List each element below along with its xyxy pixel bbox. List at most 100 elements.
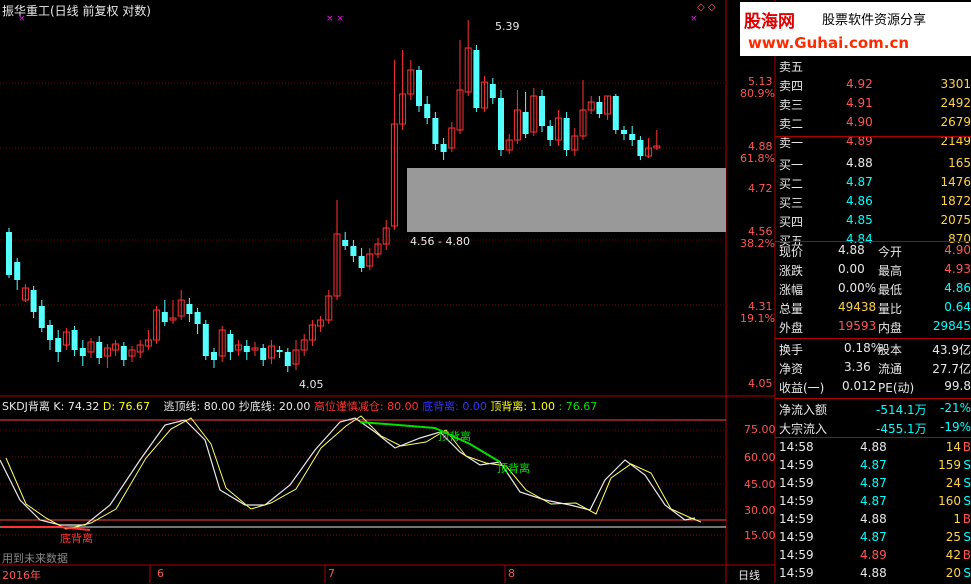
tick-price: 4.87 xyxy=(860,530,887,544)
candle-body-down xyxy=(186,304,193,314)
order-row[interactable]: 卖三 4.91 2492 xyxy=(778,95,971,114)
tick-row[interactable]: 14:59 4.89 42 B xyxy=(778,547,971,566)
order-label: 买二 xyxy=(779,177,804,191)
window-controls-icon[interactable]: ◇ ◇ xyxy=(697,2,716,13)
candle-body-down xyxy=(284,352,291,366)
stat-label: 涨跌 xyxy=(779,264,804,278)
tick-volume: 159 xyxy=(938,458,961,472)
tick-direction: B xyxy=(962,440,971,454)
candle-body-down xyxy=(71,330,78,350)
order-label: 卖三 xyxy=(779,98,804,112)
candle-body-down xyxy=(96,342,103,358)
stat-label: 股本 xyxy=(878,343,903,357)
top-divergence-signal: 顶背离 xyxy=(497,462,530,475)
tick-time: 14:59 xyxy=(779,548,814,562)
tick-row[interactable]: 14:59 4.87 159 S xyxy=(778,457,971,476)
order-label: 买一 xyxy=(779,158,804,172)
tick-time: 14:59 xyxy=(779,512,814,526)
stat-label: PE(动) xyxy=(878,381,915,395)
order-volume: 165 xyxy=(948,156,971,170)
tick-price: 4.87 xyxy=(860,476,887,490)
order-row[interactable]: 买三 4.86 1872 xyxy=(778,193,971,212)
stat-value: 27.7亿 xyxy=(932,362,971,376)
candle-body-down xyxy=(202,324,209,356)
flow-value: -455.1万 xyxy=(876,422,927,436)
candle-body-down xyxy=(38,306,45,328)
stat-label: 净资 xyxy=(779,362,804,376)
order-row[interactable]: 买四 4.85 2075 xyxy=(778,212,971,231)
stat-label: 最低 xyxy=(878,283,903,297)
d-line xyxy=(5,415,702,530)
x-label: 7 xyxy=(328,567,335,580)
level-label: 75.00 xyxy=(744,423,776,436)
indicator-escape: 逃顶线: 80.00 xyxy=(163,400,236,413)
order-row[interactable]: 买二 4.87 1476 xyxy=(778,174,971,193)
order-price: 4.87 xyxy=(846,175,873,189)
order-volume: 1872 xyxy=(940,194,971,208)
stat-value: 4.93 xyxy=(944,262,971,276)
stat-row: 总量 49438 量比 0.64 xyxy=(778,299,971,318)
order-volume: 1476 xyxy=(940,175,971,189)
tick-direction: S xyxy=(963,530,971,544)
tick-time: 14:59 xyxy=(779,458,814,472)
tick-direction: B xyxy=(962,512,971,526)
tick-row[interactable]: 14:59 4.87 25 S xyxy=(778,529,971,548)
order-volume: 2679 xyxy=(940,115,971,129)
candle-body-down xyxy=(243,346,250,352)
stat-value: 0.64 xyxy=(944,300,971,314)
indicator-name: SKDJ背离 xyxy=(2,400,50,413)
stat-label: 外盘 xyxy=(779,321,804,335)
indicator-header: SKDJ背离 K: 74.32 D: 76.67 逃顶线: 80.00 抄底线:… xyxy=(2,398,597,414)
tick-row[interactable]: 14:59 4.87 24 S xyxy=(778,475,971,494)
order-volume: 3301 xyxy=(940,77,971,91)
flow-row: 净流入额 -514.1万 -21% xyxy=(778,400,971,419)
indicator-bottom: 抄底线: 20.00 xyxy=(238,400,311,413)
candle-body-down xyxy=(596,102,603,114)
price-label: 4.72 xyxy=(748,182,773,195)
order-volume: 2492 xyxy=(940,96,971,110)
tick-row[interactable]: 14:58 4.88 14 B xyxy=(778,439,971,458)
candle-body-down xyxy=(227,334,234,352)
fib-label: 61.8% xyxy=(740,152,775,165)
stat-value: 3.36 xyxy=(844,360,871,374)
candle-body-down xyxy=(416,70,422,106)
stat-label: 流通 xyxy=(878,362,903,376)
tick-time: 14:59 xyxy=(779,566,814,580)
order-row[interactable]: 买一 4.88 165 xyxy=(778,155,971,174)
order-row[interactable]: 卖四 4.92 3301 xyxy=(778,76,971,95)
order-row[interactable]: 卖五 xyxy=(778,57,971,76)
tick-volume: 14 xyxy=(945,440,961,454)
order-row[interactable]: 卖二 4.90 2679 xyxy=(778,114,971,133)
tick-volume: 25 xyxy=(945,530,961,544)
skdj-lines xyxy=(0,415,702,531)
tick-row[interactable]: 14:59 4.88 20 S xyxy=(778,565,971,584)
level-label: 45.00 xyxy=(744,478,776,491)
candle-body-down xyxy=(498,98,504,150)
candle-body-down xyxy=(424,104,431,118)
candle-body-down xyxy=(276,350,283,352)
candle-body-down xyxy=(260,348,267,360)
high-annotation: 5.39 xyxy=(495,20,520,33)
order-volume: 2075 xyxy=(940,213,971,227)
future-data-warning: 用到未来数据 xyxy=(2,552,68,565)
period-button[interactable]: 日线 xyxy=(738,567,760,583)
tick-time: 14:59 xyxy=(779,530,814,544)
level-label: 15.00 xyxy=(744,529,776,542)
low-annotation: 4.05 xyxy=(299,378,324,391)
divergence-line xyxy=(359,421,501,463)
top-divergence-signal: 顶背离 xyxy=(438,430,471,443)
order-price: 4.86 xyxy=(846,194,873,208)
tick-row[interactable]: 14:59 4.87 160 S xyxy=(778,493,971,512)
tick-direction: S xyxy=(963,566,971,580)
tick-volume: 42 xyxy=(945,548,961,562)
fib-label: 80.9% xyxy=(740,87,775,100)
stat-label: 收益(一) xyxy=(779,381,825,395)
candle-body-down xyxy=(194,312,201,324)
tick-price: 4.88 xyxy=(860,440,887,454)
order-price: 4.85 xyxy=(846,213,873,227)
tick-row[interactable]: 14:59 4.88 1 B xyxy=(778,511,971,530)
stat-label: 总量 xyxy=(779,302,804,316)
stat-row: 外盘 19593 内盘 29845 xyxy=(778,318,971,337)
panel-separator xyxy=(775,136,971,137)
candle-body-down xyxy=(358,256,365,268)
